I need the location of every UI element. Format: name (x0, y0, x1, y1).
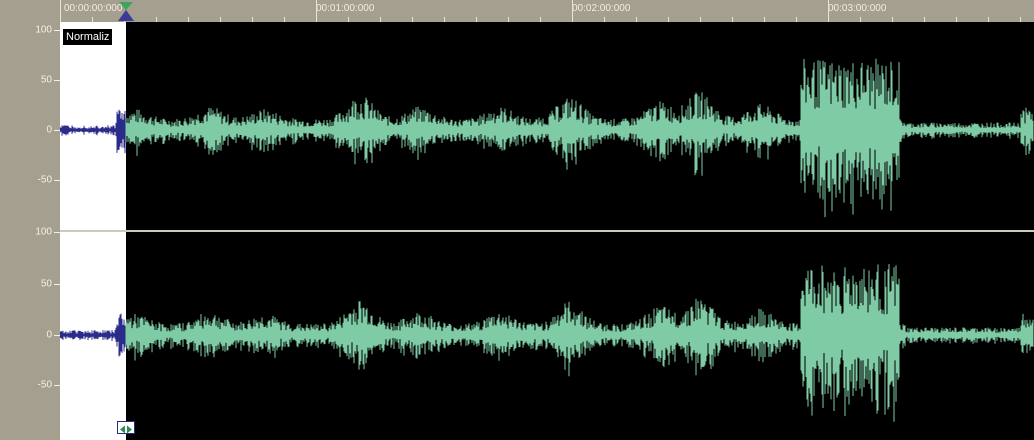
scale-right-50: 50 (40, 278, 52, 290)
waveform-left-channel (125, 58, 1034, 218)
ruler-label-0: 00:00:00:000 (64, 3, 123, 14)
scale-right-0: 0 (46, 329, 52, 341)
scale-left-50: 50 (40, 74, 52, 86)
ruler-tick (60, 0, 61, 22)
ruler-tick (828, 0, 829, 22)
waveform-canvas[interactable] (60, 22, 1034, 440)
waveform-left-selected (60, 109, 126, 154)
amplitude-scale: 100 50 0 -50 100 50 0 -50 (0, 22, 60, 440)
time-ruler[interactable]: 00:00:00:000 00:01:00:000 00:02:00:000 0… (60, 0, 1034, 22)
ruler-label-1: 00:01:00:000 (316, 3, 375, 14)
channel-separator (60, 230, 1034, 232)
ruler-label-3: 00:03:00:000 (828, 3, 887, 14)
scale-left-0: 0 (46, 124, 52, 136)
ruler-tick (316, 0, 317, 22)
playhead-marker-icon[interactable] (116, 2, 136, 22)
ruler-label-2: 00:02:00:000 (572, 3, 631, 14)
horizontal-scroll-arrows-icon[interactable] (117, 421, 135, 434)
audio-editor-waveform-view: 00:00:00:000 00:01:00:000 00:02:00:000 0… (0, 0, 1034, 440)
scale-right-100: 100 (35, 226, 52, 238)
scale-left-100: 100 (35, 24, 52, 36)
scale-right-minus50: -50 (37, 379, 52, 391)
scale-left-minus50: -50 (37, 174, 52, 186)
waveform-right-channel (125, 264, 1034, 422)
waveform-right-selected (60, 313, 126, 357)
ruler-tick (572, 0, 573, 22)
normalize-tooltip: Normaliz (62, 28, 114, 46)
